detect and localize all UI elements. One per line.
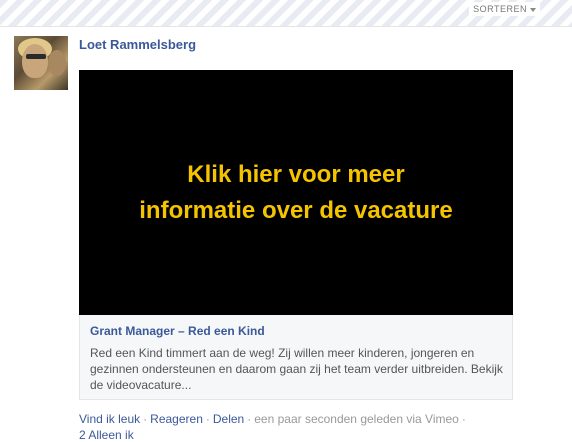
link-preview[interactable]: Grant Manager – Red een Kind Red een Kin… bbox=[79, 315, 513, 400]
video-overlay-text: Klik hier voor meer informatie over de v… bbox=[139, 160, 453, 224]
comment-link[interactable]: Reageren bbox=[150, 412, 203, 426]
avatar-face-secondary bbox=[48, 50, 66, 76]
link-description: Red een Kind timmert aan de weg! Zij wil… bbox=[90, 346, 503, 392]
share-link[interactable]: Delen bbox=[213, 412, 244, 426]
separator: · bbox=[143, 412, 148, 426]
link-title[interactable]: Grant Manager – Red een Kind bbox=[90, 324, 265, 338]
post-actions: Vind ik leuk · Reageren · Delen · een paar sec… bbox=[79, 412, 469, 426]
post-timestamp[interactable]: een paar seconden geleden via Vimeo bbox=[254, 412, 459, 426]
avatar-face bbox=[22, 44, 48, 78]
post-author-link[interactable]: Loet Rammelsberg bbox=[79, 37, 196, 52]
chevron-down-icon bbox=[530, 7, 536, 12]
separator: · bbox=[205, 412, 210, 426]
separator: · bbox=[461, 412, 466, 426]
video-player[interactable]: Klik hier voor meer informatie over de v… bbox=[79, 70, 513, 315]
avatar-glasses bbox=[26, 54, 46, 59]
like-link[interactable]: Vind ik leuk bbox=[79, 412, 140, 426]
sort-dropdown[interactable]: SORTEREN bbox=[469, 2, 540, 16]
separator: · bbox=[247, 412, 252, 426]
avatar[interactable] bbox=[14, 36, 68, 90]
likes-summary[interactable]: 2 Alleen ik bbox=[79, 428, 134, 442]
sort-label: SORTEREN bbox=[473, 4, 527, 14]
